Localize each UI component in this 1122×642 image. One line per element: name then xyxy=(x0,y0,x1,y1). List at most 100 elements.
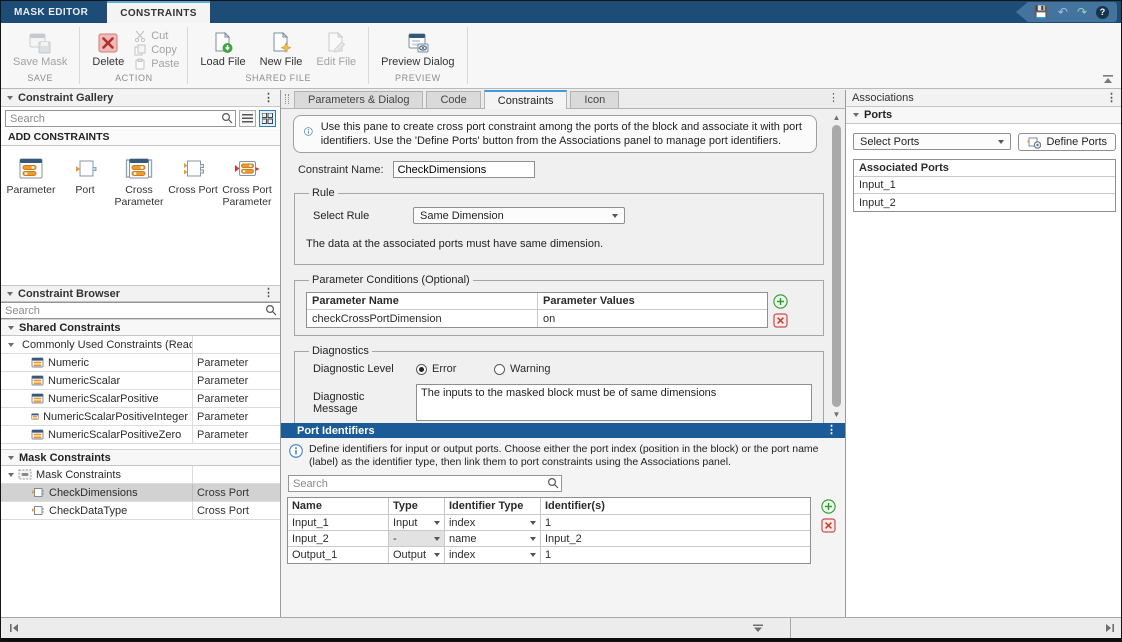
gallery-item-parameter[interactable]: Parameter xyxy=(5,158,57,196)
tab-mask-editor[interactable]: MASK EDITOR xyxy=(1,1,101,23)
tree-type-cell: Cross Port xyxy=(192,484,280,501)
port-identifiers-search-input[interactable] xyxy=(288,475,562,492)
port-identifiers-menu-icon[interactable]: ⋮ xyxy=(826,425,837,436)
list-view-button[interactable] xyxy=(239,110,256,127)
scrollbar-thumb[interactable] xyxy=(832,125,841,407)
tree-row-numericscalarpositiveinteger[interactable]: NumericScalarPositiveInteger Parameter xyxy=(1,408,280,426)
gallery-item-cross-port[interactable]: Cross Port xyxy=(167,158,219,196)
load-file-button[interactable]: Load File xyxy=(196,30,249,69)
associated-port-row[interactable]: Input_2 xyxy=(854,194,1115,211)
port-type-dropdown[interactable]: Output xyxy=(388,547,444,563)
port-name-cell[interactable]: Input_2 xyxy=(288,531,388,546)
port-name-cell[interactable]: Input_1 xyxy=(288,515,388,530)
collapse-group-icon[interactable] xyxy=(8,343,14,347)
port-name-cell[interactable]: Output_1 xyxy=(288,547,388,563)
diagnostic-error-radio[interactable]: Error xyxy=(416,363,486,375)
tree-row-numericscalarpositive[interactable]: NumericScalarPositive Parameter xyxy=(1,390,280,408)
add-condition-button[interactable] xyxy=(773,293,789,309)
diagnostic-message-input[interactable]: The inputs to the masked block must be o… xyxy=(416,384,812,421)
save-icon[interactable]: 💾 xyxy=(1034,6,1049,18)
column-header[interactable]: Parameter Values xyxy=(537,293,767,309)
tab-constraints-pane[interactable]: Constraints xyxy=(484,90,568,109)
select-ports-dropdown[interactable]: Select Ports xyxy=(853,133,1011,150)
collapse-toolstrip-icon[interactable] xyxy=(1101,74,1115,84)
edit-file-button[interactable]: Edit File xyxy=(312,30,360,69)
copy-button[interactable]: Copy xyxy=(134,44,179,56)
collapse-right-icon[interactable] xyxy=(1105,623,1115,633)
collapse-bottom-icon[interactable] xyxy=(752,624,764,633)
mask-constraints-bar[interactable]: Mask Constraints xyxy=(1,449,280,466)
collapse-gallery-icon[interactable] xyxy=(7,96,13,100)
tab-code[interactable]: Code xyxy=(426,91,480,108)
identifier-type-dropdown[interactable]: index xyxy=(444,547,540,563)
gallery-item-port[interactable]: Port xyxy=(59,158,111,196)
diagnostics-section: Diagnostics Diagnostic Level Error Warni… xyxy=(294,345,824,423)
tree-row-numeric[interactable]: Numeric Parameter xyxy=(1,354,280,372)
column-header[interactable]: Identifier Type xyxy=(444,498,540,514)
associated-port-row[interactable]: Input_1 xyxy=(854,177,1115,194)
vertical-scrollbar[interactable]: ▲ ▼ xyxy=(830,111,843,421)
tab-parameters-dialog[interactable]: Parameters & Dialog xyxy=(294,91,424,108)
shared-constraints-bar[interactable]: Shared Constraints xyxy=(1,319,280,336)
define-ports-button[interactable]: Define Ports xyxy=(1018,133,1116,151)
tree-row-checkdatatype[interactable]: CheckDataType Cross Port xyxy=(1,502,280,520)
scroll-down-icon[interactable]: ▼ xyxy=(830,408,843,421)
identifiers-cell[interactable]: 1 xyxy=(540,547,810,563)
gallery-item-cross-parameter[interactable]: Cross Parameter xyxy=(113,158,165,208)
port-row-output-1[interactable]: Output_1 Output index 1 xyxy=(288,547,810,563)
constraint-name-input[interactable] xyxy=(393,161,535,178)
diagnostic-warning-radio[interactable]: Warning xyxy=(494,363,564,375)
gallery-item-cross-port-parameter[interactable]: Cross Port Parameter xyxy=(221,158,273,208)
browser-search-input[interactable] xyxy=(1,302,280,319)
parameter-name-cell[interactable]: checkCrossPortDimension xyxy=(307,310,537,327)
column-header[interactable]: Name xyxy=(288,498,388,514)
new-file-button[interactable]: New File xyxy=(256,30,307,69)
add-port-identifier-button[interactable] xyxy=(821,498,837,514)
tab-constraints[interactable]: CONSTRAINTS xyxy=(107,1,210,23)
column-header[interactable]: Parameter Name xyxy=(307,293,537,309)
undo-icon[interactable]: ↶ xyxy=(1058,6,1068,18)
tabbar-drag-handle[interactable] xyxy=(285,94,289,104)
ports-section-bar[interactable]: Ports xyxy=(846,107,1122,124)
column-header[interactable]: Type xyxy=(388,498,444,514)
scroll-up-icon[interactable]: ▲ xyxy=(830,111,843,124)
tree-group-mask-constraints[interactable]: Mask Constraints xyxy=(1,466,280,484)
paste-button[interactable]: Paste xyxy=(134,58,179,70)
port-row-input-1[interactable]: Input_1 Input index 1 xyxy=(288,515,810,531)
identifier-type-dropdown[interactable]: name xyxy=(444,531,540,546)
table-row[interactable]: checkCrossPortDimension on xyxy=(307,310,767,327)
port-row-input-2[interactable]: Input_2 - name Input_2 xyxy=(288,531,810,547)
collapse-browser-icon[interactable] xyxy=(7,292,13,296)
associations-menu-icon[interactable]: ⋮ xyxy=(1106,93,1117,104)
help-icon[interactable]: ? xyxy=(1096,6,1109,19)
gallery-search-input[interactable] xyxy=(5,110,236,127)
port-type-dropdown[interactable]: Input xyxy=(388,515,444,530)
tree-row-checkdimensions[interactable]: CheckDimensions Cross Port xyxy=(1,484,280,502)
port-type-dropdown[interactable]: - xyxy=(388,531,444,546)
select-rule-dropdown[interactable]: Same Dimension xyxy=(413,207,625,224)
editor-menu-icon[interactable]: ⋮ xyxy=(828,93,839,104)
gallery-menu-icon[interactable]: ⋮ xyxy=(263,93,274,104)
save-mask-button[interactable]: Save Mask xyxy=(9,30,71,69)
parameter-values-cell[interactable]: on xyxy=(537,310,767,327)
tab-icon[interactable]: Icon xyxy=(570,91,619,108)
collapse-group-icon[interactable] xyxy=(8,473,14,477)
browser-menu-icon[interactable]: ⋮ xyxy=(263,288,274,299)
delete-port-identifier-button[interactable] xyxy=(821,517,837,533)
identifiers-cell[interactable]: 1 xyxy=(540,515,810,530)
grid-view-button[interactable] xyxy=(259,110,276,127)
column-header[interactable]: Identifier(s) xyxy=(540,498,810,514)
delete-condition-button[interactable] xyxy=(773,312,789,328)
redo-icon[interactable]: ↷ xyxy=(1077,6,1087,18)
collapse-left-icon[interactable] xyxy=(9,623,19,633)
delete-button[interactable]: Delete xyxy=(88,30,128,69)
cut-button[interactable]: Cut xyxy=(134,30,179,42)
tree-row-numericscalar[interactable]: NumericScalar Parameter xyxy=(1,372,280,390)
browser-searchbox xyxy=(1,302,280,319)
identifiers-cell[interactable]: Input_2 xyxy=(540,531,810,546)
preview-dialog-button[interactable]: Preview Dialog xyxy=(377,30,458,69)
tree-row-numericscalarpositivezero[interactable]: NumericScalarPositiveZero Parameter xyxy=(1,426,280,444)
tree-group-commonly-used[interactable]: Commonly Used Constraints (Read-Only) xyxy=(1,336,280,354)
radio-label: Warning xyxy=(510,363,551,375)
identifier-type-dropdown[interactable]: index xyxy=(444,515,540,530)
